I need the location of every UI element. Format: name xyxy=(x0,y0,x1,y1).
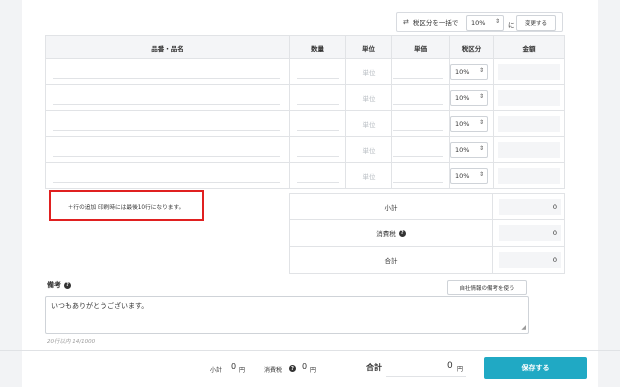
unit-input[interactable]: 単位 xyxy=(346,137,392,163)
footer-subtotal-label: 小計 xyxy=(210,367,223,374)
table-row: 単位 10% ⇕ xyxy=(45,111,565,137)
tax-value: 0 xyxy=(499,225,561,241)
subtotal-row: 小計 0 xyxy=(289,193,565,220)
bulk-tax-label: 税区分を一括で xyxy=(412,19,459,27)
quantity-input[interactable] xyxy=(297,142,339,157)
col-header-qty: 数量 xyxy=(290,36,346,60)
table-row: 単位 10% ⇕ xyxy=(45,85,565,111)
table-row: 単位 10% ⇕ xyxy=(45,59,565,85)
unit-input[interactable]: 単位 xyxy=(346,59,392,85)
tax-select[interactable]: 10% ⇕ xyxy=(450,64,488,80)
item-name-input[interactable] xyxy=(53,116,280,131)
unit-input[interactable]: 単位 xyxy=(346,111,392,137)
help-icon[interactable]: ? xyxy=(64,281,71,289)
footer-total-unit: 円 xyxy=(457,366,464,373)
subtotal-label: 小計 xyxy=(290,194,493,220)
item-name-input[interactable] xyxy=(53,168,280,183)
amount-field xyxy=(498,142,560,158)
swap-arrows-icon: ⇄ xyxy=(403,18,409,26)
help-icon[interactable]: ? xyxy=(289,365,296,372)
unit-price-input[interactable] xyxy=(393,116,443,131)
bulk-tax-apply-button[interactable]: 変更する xyxy=(516,15,556,31)
select-arrow-icon: ⇕ xyxy=(478,93,484,100)
tax-select[interactable]: 10% ⇕ xyxy=(450,168,488,184)
quantity-input[interactable] xyxy=(297,116,339,131)
total-label: 合計 xyxy=(290,247,493,273)
item-name-input[interactable] xyxy=(53,90,280,105)
select-arrow-icon: ⇕ xyxy=(478,145,484,152)
col-header-price: 単価 xyxy=(392,36,450,60)
notes-label-wrap: 備考 ? xyxy=(47,280,71,290)
unit-price-input[interactable] xyxy=(393,168,443,183)
select-arrow-icon: ⇕ xyxy=(494,18,500,25)
notes-counter: 20行以内 14/1000 xyxy=(47,339,96,345)
unit-price-input[interactable] xyxy=(393,142,443,157)
quantity-input[interactable] xyxy=(297,90,339,105)
tax-select[interactable]: 10% ⇕ xyxy=(450,116,488,132)
footer-total-value: 0 xyxy=(447,361,453,371)
total-value: 0 xyxy=(499,252,561,268)
col-header-item: 品番・品名 xyxy=(46,36,290,60)
footer-tax-value: 0 xyxy=(302,362,308,371)
item-name-input[interactable] xyxy=(53,64,280,79)
item-name-input[interactable] xyxy=(53,142,280,157)
amount-field xyxy=(498,168,560,184)
footer-tax-label: 消費税 xyxy=(264,367,283,374)
quantity-input[interactable] xyxy=(297,64,339,79)
select-arrow-icon: ⇕ xyxy=(478,67,484,74)
amount-field xyxy=(498,90,560,106)
footer-total-underline xyxy=(386,376,466,377)
col-header-tax: 税区分 xyxy=(450,36,494,60)
table-header: 品番・品名 数量 単位 単価 税区分 金額 xyxy=(45,35,565,60)
footer-total-label: 合計 xyxy=(366,363,382,372)
tax-select[interactable]: 10% ⇕ xyxy=(450,90,488,106)
table-row: 単位 10% ⇕ xyxy=(45,163,565,189)
footer-subtotal-unit: 円 xyxy=(239,367,246,374)
highlight-box xyxy=(49,190,204,221)
subtotal-value: 0 xyxy=(499,199,561,215)
footer-subtotal-value: 0 xyxy=(231,362,237,371)
total-row: 合計 0 xyxy=(289,247,565,274)
bulk-tax-suffix: に xyxy=(508,21,515,29)
unit-price-input[interactable] xyxy=(393,90,443,105)
col-header-unit: 単位 xyxy=(346,36,392,60)
footer-tax-unit: 円 xyxy=(310,367,317,374)
col-header-amount: 金額 xyxy=(522,45,536,53)
notes-label: 備考 xyxy=(47,281,61,289)
resize-handle-icon[interactable]: ◢ xyxy=(521,324,526,331)
amount-field xyxy=(498,116,560,132)
unit-input[interactable]: 単位 xyxy=(346,85,392,111)
save-button[interactable]: 保存する xyxy=(484,357,587,379)
select-arrow-icon: ⇕ xyxy=(478,119,484,126)
tax-label: 消費税 xyxy=(376,230,396,238)
quantity-input[interactable] xyxy=(297,168,339,183)
amount-field xyxy=(498,64,560,80)
table-row: 単位 10% ⇕ xyxy=(45,137,565,163)
notes-textarea[interactable]: いつもありがとうございます。 ◢ xyxy=(45,296,529,334)
help-icon[interactable]: ? xyxy=(398,229,406,237)
tax-row: 消費税? 0 xyxy=(289,220,565,247)
select-arrow-icon: ⇕ xyxy=(478,171,484,178)
use-company-notes-button[interactable]: 自社情報の備考を使う xyxy=(447,280,527,295)
tax-select[interactable]: 10% ⇕ xyxy=(450,142,488,158)
unit-input[interactable]: 単位 xyxy=(346,163,392,189)
unit-price-input[interactable] xyxy=(393,64,443,79)
bulk-tax-select[interactable]: 10% ⇕ xyxy=(466,15,504,31)
